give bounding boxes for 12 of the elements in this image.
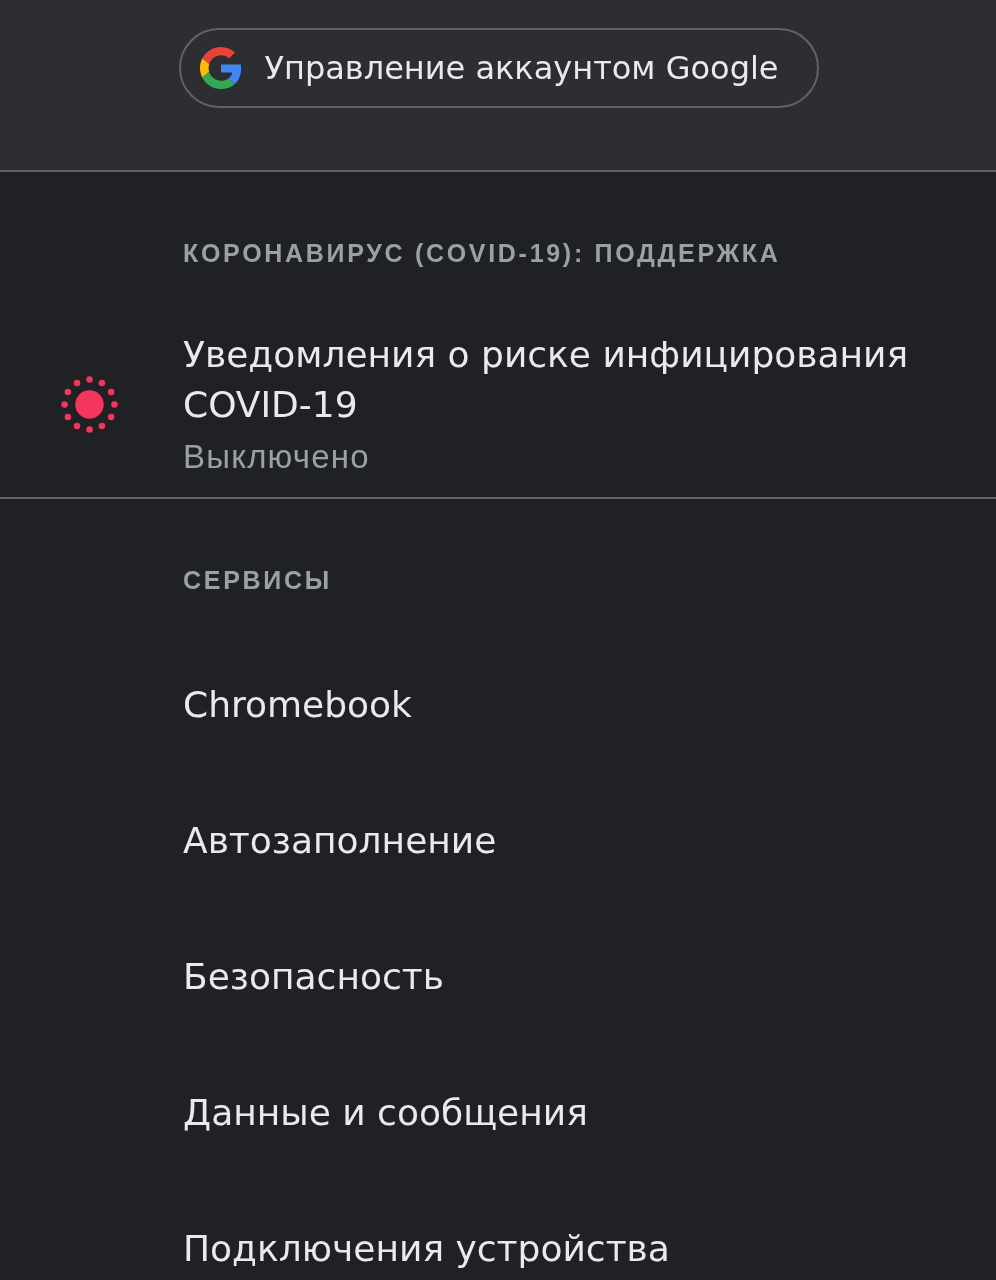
menu-item[interactable]: Безопасность	[183, 954, 444, 1000]
google-g-icon	[200, 47, 243, 89]
menu-item[interactable]: Данные и сообщения	[183, 1090, 588, 1136]
notification-setting-link[interactable]: Уведомления о риске инфицирования COVID-19	[183, 330, 943, 430]
virus-icon	[61, 376, 118, 433]
menu-item[interactable]: Chromebook	[183, 682, 412, 728]
menu-item[interactable]: Автозаполнение	[183, 818, 497, 864]
menu-item[interactable]: Подключения устройства	[183, 1226, 670, 1272]
manage-account-button[interactable]: Управление аккаунтом Google	[179, 28, 819, 108]
section-heading: КОРОНАВИРУС (COVID-19): ПОДДЕРЖКА	[183, 238, 781, 268]
setting-status: Выключено	[183, 437, 370, 477]
section-heading: СЕРВИСЫ	[183, 565, 332, 595]
